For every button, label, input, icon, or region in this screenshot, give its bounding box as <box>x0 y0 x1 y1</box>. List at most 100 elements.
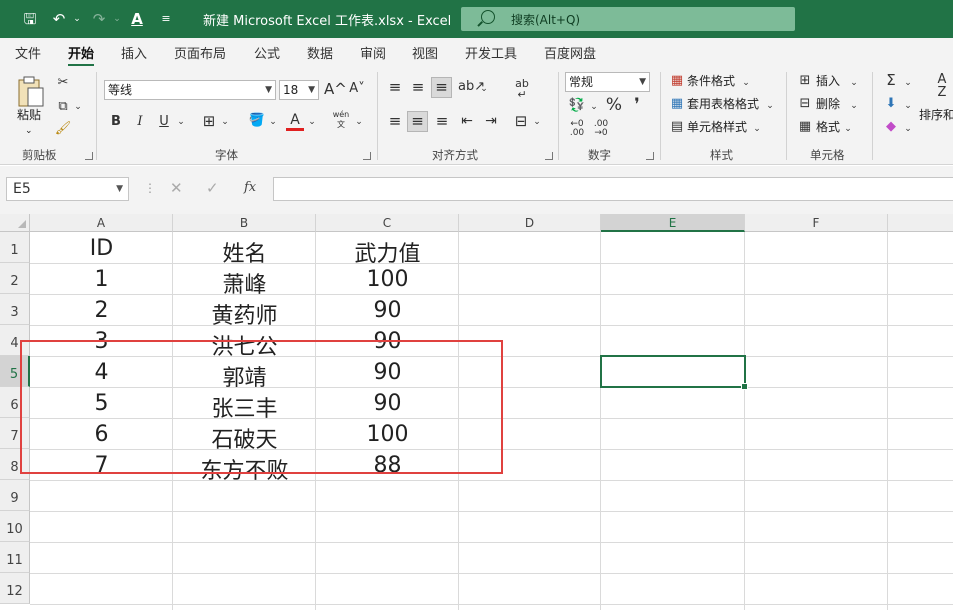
undo-dropdown-icon[interactable]: ⌄ <box>66 9 88 29</box>
number-launcher-icon[interactable] <box>646 152 654 160</box>
redo-dropdown-icon[interactable]: ⌄ <box>106 9 128 29</box>
copy-dropdown-icon[interactable]: ⌄ <box>73 99 83 115</box>
formula-bar-handle-icon[interactable]: ⋮ <box>144 181 156 195</box>
phonetic-guide-icon[interactable]: wén 文 <box>330 110 352 130</box>
delete-dropdown-icon[interactable]: ⌄ <box>849 98 859 114</box>
insert-dropdown-icon[interactable]: ⌄ <box>849 75 859 91</box>
format-as-table-icon[interactable]: ▦ <box>669 96 685 112</box>
column-header-g[interactable] <box>888 214 953 232</box>
conditional-format-icon[interactable]: ▦ <box>669 73 685 89</box>
search-box[interactable]: 搜索(Alt+Q) <box>461 7 795 31</box>
fill-color-dropdown-icon[interactable]: ⌄ <box>268 114 278 130</box>
cell-styles-dropdown-icon[interactable]: ⌄ <box>752 121 762 137</box>
tab-view[interactable]: 视图 <box>412 43 438 62</box>
cell-c3[interactable]: 90 <box>316 298 459 323</box>
tab-data[interactable]: 数据 <box>307 43 333 62</box>
save-icon[interactable]: 🖫 <box>19 9 41 29</box>
column-header-d[interactable]: D <box>459 214 601 232</box>
tab-developer[interactable]: 开发工具 <box>465 43 517 62</box>
autosum-dropdown-icon[interactable]: ⌄ <box>903 75 913 91</box>
tab-formulas[interactable]: 公式 <box>254 43 280 62</box>
font-color-quick-icon[interactable]: A <box>126 9 148 29</box>
bold-button[interactable]: B <box>108 114 124 130</box>
conditional-dropdown-icon[interactable]: ⌄ <box>741 75 751 91</box>
font-color-dropdown-icon[interactable]: ⌄ <box>307 114 317 130</box>
underline-button[interactable]: U <box>156 114 172 130</box>
row-header-12[interactable]: 12 <box>0 573 30 604</box>
underline-dropdown-icon[interactable]: ⌄ <box>176 114 186 130</box>
cell-a2[interactable]: 1 <box>30 267 173 292</box>
cell-c2[interactable]: 100 <box>316 267 459 292</box>
row-header-3[interactable]: 3 <box>0 294 30 325</box>
accounting-dropdown-icon[interactable]: ⌄ <box>589 99 599 115</box>
column-header-e[interactable]: E <box>601 214 745 232</box>
decrease-font-icon[interactable]: A˅ <box>348 81 366 97</box>
fill-icon[interactable]: ⬇ <box>883 96 899 112</box>
format-as-table-button[interactable]: 套用表格格式 <box>687 95 759 113</box>
increase-font-icon[interactable]: A^ <box>324 81 347 97</box>
borders-icon[interactable]: ⊞ <box>200 113 218 129</box>
copy-icon[interactable]: ⧉ <box>54 99 72 115</box>
decrease-decimal-icon[interactable]: .00 →0 <box>590 120 612 138</box>
cell-b1[interactable]: 姓名 <box>173 236 316 268</box>
row-header-2[interactable]: 2 <box>0 263 30 294</box>
delete-cells-button[interactable]: 删除 <box>816 95 840 113</box>
clipboard-launcher-icon[interactable] <box>85 152 93 160</box>
merge-dropdown-icon[interactable]: ⌄ <box>532 114 542 130</box>
wrap-text-icon[interactable]: ab ↵ <box>512 78 532 100</box>
font-launcher-icon[interactable] <box>363 152 371 160</box>
font-color-icon[interactable]: A <box>286 112 304 131</box>
name-box[interactable]: E5 ▼ <box>6 177 129 201</box>
align-top-icon[interactable]: ≡ <box>386 79 404 95</box>
comma-style-icon[interactable]: ❜ <box>630 97 644 114</box>
insert-cells-icon[interactable]: ⊞ <box>797 73 813 89</box>
insert-function-icon[interactable]: fx <box>244 180 256 195</box>
increase-decimal-icon[interactable]: ←0.00 <box>566 120 588 138</box>
delete-cells-icon[interactable]: ⊟ <box>797 96 813 112</box>
column-header-a[interactable]: A <box>30 214 173 232</box>
row-header-10[interactable]: 10 <box>0 511 30 542</box>
format-dropdown-icon[interactable]: ⌄ <box>843 121 853 137</box>
tab-insert[interactable]: 插入 <box>121 43 147 62</box>
cell-b2[interactable]: 萧峰 <box>173 267 316 299</box>
decrease-indent-icon[interactable]: ⇤ <box>458 113 476 129</box>
phonetic-dropdown-icon[interactable]: ⌄ <box>354 114 364 130</box>
percent-style-icon[interactable]: % <box>605 97 623 114</box>
tab-review[interactable]: 审阅 <box>360 43 386 62</box>
fill-color-icon[interactable]: 🪣 <box>248 113 266 129</box>
align-bottom-icon[interactable]: ≡ <box>431 77 452 98</box>
row-header-9[interactable]: 9 <box>0 480 30 511</box>
table-dropdown-icon[interactable]: ⌄ <box>765 98 775 114</box>
format-cells-button[interactable]: 格式 <box>816 118 840 136</box>
increase-indent-icon[interactable]: ⇥ <box>482 113 500 129</box>
clear-dropdown-icon[interactable]: ⌄ <box>903 121 913 137</box>
merge-center-icon[interactable]: ⊟ <box>512 113 530 129</box>
italic-button[interactable]: I <box>132 114 148 130</box>
cell-a1[interactable]: ID <box>30 236 173 261</box>
row-header-11[interactable]: 11 <box>0 542 30 573</box>
font-size-combo[interactable]: 18 ▼ <box>279 80 319 100</box>
column-header-b[interactable]: B <box>173 214 316 232</box>
sort-filter-icon[interactable]: AZ <box>931 73 953 99</box>
fill-dropdown-icon[interactable]: ⌄ <box>903 98 913 114</box>
cell-styles-button[interactable]: 单元格样式 <box>687 118 747 136</box>
tab-home[interactable]: 开始 <box>68 43 95 67</box>
orientation-dropdown-icon[interactable]: ⌄ <box>479 81 489 97</box>
cancel-entry-icon[interactable]: ✕ <box>170 179 183 197</box>
active-cell-selection[interactable] <box>600 355 748 390</box>
align-center-icon[interactable]: ≡ <box>407 111 428 132</box>
format-cells-icon[interactable]: ▦ <box>797 119 813 135</box>
insert-cells-button[interactable]: 插入 <box>816 72 840 90</box>
cell-b3[interactable]: 黄药师 <box>173 298 316 330</box>
customize-toolbar-icon[interactable]: ≡ <box>155 9 177 29</box>
autosum-icon[interactable]: Σ <box>883 72 899 88</box>
align-left-icon[interactable]: ≡ <box>386 113 404 129</box>
confirm-entry-icon[interactable]: ✓ <box>206 179 219 197</box>
tab-page-layout[interactable]: 页面布局 <box>174 43 226 62</box>
select-all-button[interactable] <box>0 214 30 232</box>
orientation-icon[interactable]: ab↗ <box>458 79 485 95</box>
cell-c1[interactable]: 武力值 <box>316 236 459 268</box>
row-header-1[interactable]: 1 <box>0 232 30 263</box>
cell-styles-icon[interactable]: ▤ <box>669 119 685 135</box>
cell-a3[interactable]: 2 <box>30 298 173 323</box>
